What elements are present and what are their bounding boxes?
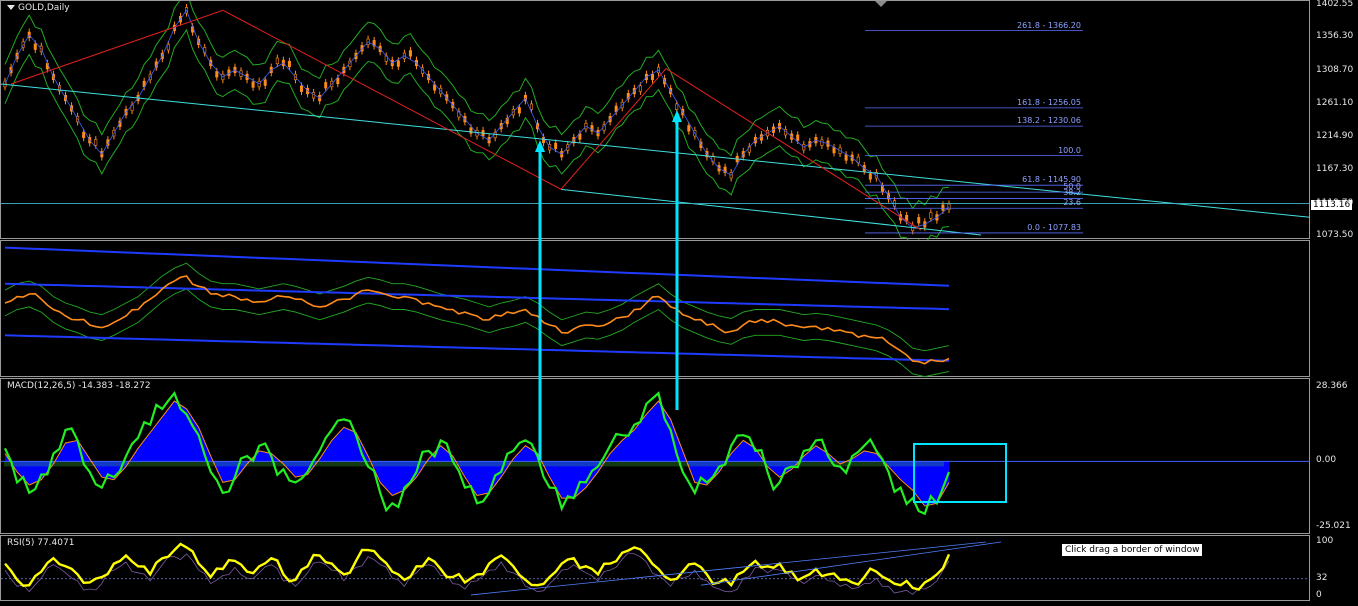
candles <box>3 3 951 235</box>
y-tick-label: 1308.70 <box>1316 64 1354 75</box>
rsi-pane-title: RSI(5) 77.4071 <box>7 538 75 548</box>
scroll-marker-icon <box>875 1 887 7</box>
y-tick-label: 1261.10 <box>1316 98 1354 109</box>
y-tick-label: 1356.30 <box>1316 31 1354 42</box>
band-upper-green <box>4 262 950 352</box>
fib-level-label: 38.2 <box>1063 188 1081 198</box>
fib-level-label: 23.6 <box>1063 198 1081 208</box>
y-tick-label: 0 <box>1316 590 1322 600</box>
candle-body <box>844 154 848 161</box>
price-chart <box>1 1 1311 240</box>
fib-level-label: 261.8 - 1366.20 <box>1017 20 1081 30</box>
candle-body <box>251 81 255 88</box>
candle-body <box>324 82 328 89</box>
y-tick-label: 1214.90 <box>1316 130 1354 141</box>
y-tick-label: 28.366 <box>1316 381 1348 391</box>
candle-body <box>300 85 304 92</box>
candle-body <box>832 147 836 154</box>
price-pane-title: GOLD,Daily <box>7 3 70 13</box>
candle-body <box>517 107 521 114</box>
rsi-axis[interactable]: 100 32 0 <box>1310 535 1358 601</box>
bands-pane[interactable] <box>0 240 1310 378</box>
y-tick-label: 1402.55 <box>1316 0 1354 9</box>
envelope-upper <box>4 1 950 210</box>
candle-body <box>687 125 691 132</box>
candle-body <box>650 73 654 81</box>
candle-body <box>868 173 872 180</box>
candle-body <box>396 60 400 67</box>
macd-pane-title: MACD(12,26,5) -14.383 -18.272 <box>7 381 151 391</box>
candle-body <box>554 142 558 149</box>
dropdown-triangle-icon[interactable] <box>7 5 15 10</box>
moving-average <box>4 9 950 229</box>
fib-level-label: 161.8 - 1256.05 <box>1017 97 1081 107</box>
y-tick-label: -25.021 <box>1316 521 1351 531</box>
current-price-tag: 1113.16 <box>1311 200 1353 210</box>
candle-body <box>82 131 86 139</box>
candle-body <box>408 50 412 57</box>
y-tick-label: 1167.30 <box>1316 164 1354 175</box>
candle-body <box>796 134 800 141</box>
candle-body <box>820 139 824 146</box>
rsi-line <box>4 542 951 591</box>
y-tick-label: 100 <box>1316 536 1334 546</box>
trendline-upper <box>1 83 1311 218</box>
price-pane[interactable]: GOLD,Daily 261.8 - 1366.20 161.8 - 1256.0… <box>0 0 1311 240</box>
band-middle-blue <box>4 282 950 311</box>
fib-level-label: 100.0 <box>1058 145 1081 155</box>
y-tick-label: 0.00 <box>1316 455 1337 466</box>
band-lower-blue <box>4 334 950 362</box>
candle-body <box>947 203 951 210</box>
rsi-trendline <box>470 541 987 596</box>
candle-body <box>336 77 340 85</box>
tooltip: Click drag a border of window <box>1061 543 1204 557</box>
candle-body <box>263 79 267 86</box>
candle-body <box>941 204 945 211</box>
candle-body <box>638 85 642 92</box>
fib-level-label: 138.2 - 1230.06 <box>1017 116 1081 126</box>
candle-body <box>275 57 279 65</box>
fib-level-label: 0.0 - 1077.83 <box>1027 222 1081 232</box>
candle-body <box>675 103 679 110</box>
symbol-title: GOLD,Daily <box>18 3 70 13</box>
candle-body <box>469 127 473 134</box>
macd-chart <box>1 391 1311 516</box>
macd-pane[interactable]: MACD(12,26,5) -14.383 -18.272 <box>0 378 1311 534</box>
macd-axis[interactable]: 28.366 0.00 -25.021 <box>1310 378 1358 534</box>
candle-body <box>929 212 933 219</box>
candle-body <box>529 103 533 110</box>
y-tick-label: 1073.50 <box>1316 230 1354 240</box>
candle-body <box>917 217 921 224</box>
candle-body <box>166 44 170 51</box>
candle-body <box>215 71 219 78</box>
candle-body <box>287 60 291 68</box>
y-tick-label: 32 <box>1316 572 1328 583</box>
candle-body <box>94 139 98 146</box>
band-upper-blue <box>4 246 950 287</box>
bands-chart <box>4 246 950 378</box>
candle-body <box>33 43 37 50</box>
